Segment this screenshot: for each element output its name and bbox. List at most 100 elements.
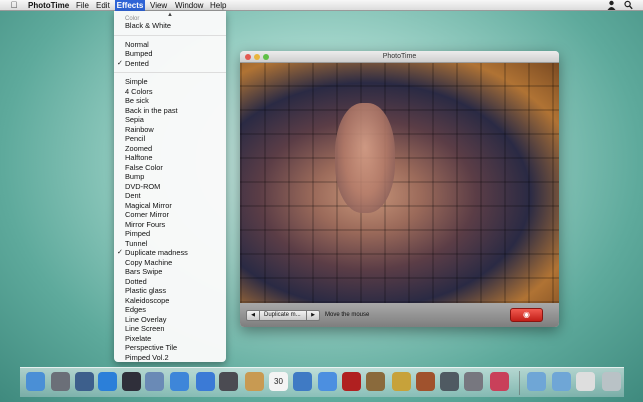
menu-group: Normal Bumped ✓ Dented [114,39,226,70]
menu-item[interactable]: Zoomed [114,144,226,154]
menu-separator [114,72,226,73]
menu-item[interactable]: Dotted [114,277,226,287]
menu-item-label: Bump [125,172,145,181]
menu-item[interactable]: Rainbow [114,125,226,135]
hint-text: Move the mouse [325,312,370,318]
window-titlebar[interactable]: PhotoTime [240,51,559,63]
menu-item-label: Edges [125,305,146,314]
menu-item-label: Pencil [125,134,146,143]
menu-item[interactable]: Pimped Vol.2 [114,353,226,363]
itunes-icon[interactable] [318,372,337,391]
menu-item[interactable]: ✓ Duplicate madness [114,248,226,258]
menu-item[interactable]: Copy Machine [114,258,226,268]
menu-item[interactable]: Kaleidoscope [114,296,226,306]
menu-item[interactable]: ✓ Dented [114,59,226,69]
menu-file[interactable]: File [76,0,89,11]
close-button[interactable] [245,54,251,60]
system-preferences-icon[interactable] [464,372,483,391]
menu-view[interactable]: View [150,0,167,11]
address-book-icon[interactable] [245,372,264,391]
menu-item[interactable]: Edges [114,305,226,315]
calendar-icon[interactable]: 30 [269,372,288,391]
downloads-icon[interactable] [576,372,595,391]
menu-item[interactable]: Corner Mirror [114,210,226,220]
user-icon[interactable] [607,0,617,11]
dock-separator [519,371,520,395]
menu-item[interactable]: Pixelate [114,334,226,344]
photo-booth-icon[interactable] [219,372,238,391]
zoom-button[interactable] [263,54,269,60]
menu-item-label: Kaleidoscope [125,295,170,305]
menu-item[interactable]: False Color [114,163,226,173]
menu-item[interactable]: Black & White [114,21,226,31]
iphoto-icon[interactable] [293,372,312,391]
menu-effects[interactable]: Effects [115,0,145,11]
next-effect-button[interactable]: ▶ [306,310,320,321]
checkmark-icon: ✓ [117,249,123,256]
apple-icon[interactable]:  [9,0,19,11]
effects-menu-dropdown: ▲ Color Black & White Normal Bumped ✓ Dented… [114,11,226,362]
menu-item-label: Pixelate [125,333,152,343]
menu-item-label: Magical Mirror [125,200,172,210]
dashboard-icon[interactable] [122,372,141,391]
menu-window[interactable]: Window [175,0,203,11]
menu-item[interactable]: Back in the past [114,106,226,116]
time-machine-icon[interactable] [440,372,459,391]
spotlight-search-icon[interactable] [624,0,634,11]
garageband-icon[interactable] [416,372,435,391]
menu-item[interactable]: Be sick [114,96,226,106]
image-capture-icon[interactable] [366,372,385,391]
menu-item[interactable]: Pimped [114,229,226,239]
menu-item[interactable]: Normal [114,40,226,50]
menu-item-label: Rainbow [125,124,154,134]
menu-help[interactable]: Help [210,0,226,11]
menu-item[interactable]: Mirror Fours [114,220,226,230]
minimize-button[interactable] [254,54,260,60]
app-menu[interactable]: PhotoTime [28,0,69,11]
menu-item[interactable]: Tunnel [114,239,226,249]
menu-item-label: Be sick [125,96,149,105]
menu-edit[interactable]: Edit [96,0,110,11]
menu-item[interactable]: Plastic glass [114,286,226,296]
app-store-icon[interactable] [98,372,117,391]
menu-item-label: Pimped Vol.2 [125,352,169,362]
previous-effect-button[interactable]: ◀ [246,310,260,321]
documents-folder-icon[interactable] [552,372,571,391]
star-icon[interactable] [392,372,411,391]
menu-item-label: 4 Colors [125,86,153,96]
menu-item[interactable]: Dent [114,191,226,201]
mission-control-icon[interactable] [75,372,94,391]
menu-item[interactable]: Sepia [114,115,226,125]
finder-icon[interactable] [26,372,45,391]
trash-icon[interactable] [602,372,621,391]
menu-item[interactable]: DVD-ROM [114,182,226,192]
menu-group: Black & White [114,20,226,32]
phototime-window: PhotoTime ◀ Duplicate m... ▶ Move the mo… [240,51,559,327]
launchpad-icon[interactable] [51,372,70,391]
safari-icon[interactable] [170,372,189,391]
menu-item[interactable]: Bump [114,172,226,182]
menu-item[interactable]: Simple [114,77,226,87]
menu-item[interactable]: Pencil [114,134,226,144]
menu-item[interactable]: Magical Mirror [114,201,226,211]
preview-icon[interactable] [145,372,164,391]
menu-item[interactable]: Line Overlay [114,315,226,325]
menu-item[interactable]: Bumped [114,49,226,59]
facetime-icon[interactable] [196,372,215,391]
menu-separator [114,34,226,36]
menu-item-label: DVD-ROM [125,181,161,191]
effect-selector[interactable]: Duplicate m... [259,310,307,321]
menu-item[interactable]: Perspective Tile [114,343,226,353]
menu-item[interactable]: Line Screen [114,324,226,334]
checkmark-icon: ✓ [117,59,123,67]
color-icon[interactable] [490,372,509,391]
menu-item[interactable]: Bars Swipe [114,267,226,277]
photo-time-icon[interactable] [342,372,361,391]
take-photo-button[interactable]: ◉ [510,308,543,322]
applications-folder-icon[interactable] [527,372,546,391]
dock: 30 [20,367,624,397]
menu-item-label: Line Screen [125,324,165,333]
menu-item[interactable]: 4 Colors [114,87,226,97]
camera-preview[interactable] [240,63,559,303]
menu-item[interactable]: Halftone [114,153,226,163]
